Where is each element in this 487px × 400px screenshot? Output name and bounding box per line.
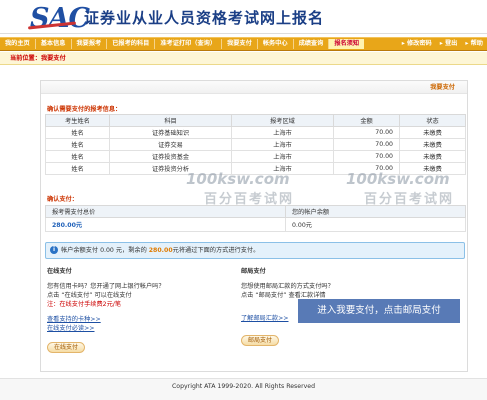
online-must-read-link[interactable]: 在线支付必读>> — [47, 324, 237, 333]
nav-item-score-query[interactable]: 成绩查询 — [294, 39, 330, 49]
table-row: 姓名 证券投资分析 上海市 70.00 未缴费 — [45, 162, 466, 175]
breadcrumb-current: 我要支付 — [40, 55, 66, 62]
candidate-name: 姓名 — [45, 150, 110, 163]
exam-table-header: 考生姓名 科目 报考区域 金额 状态 — [45, 114, 466, 127]
nav-item-basic-info[interactable]: 基本信息 — [36, 39, 72, 49]
confirm-exam-title: 确认需要支付的报考信息： — [47, 106, 122, 113]
column-header: 考生姓名 — [45, 114, 110, 127]
nav-item-change-password[interactable]: ▸ 修改密码 — [398, 39, 436, 49]
main-nav: 我的主页 基本信息 我要报考 已报考的科目 准考证打印（查询） 我要支付 帐务中… — [0, 37, 487, 51]
postal-payment-title: 邮局支付 — [241, 268, 266, 275]
notice-suffix: 元将通过下面的方式进行支付。 — [172, 247, 260, 254]
breadcrumb-label: 当前位置： — [10, 55, 41, 62]
subject: 证券交易 — [109, 138, 232, 151]
payment-panel: 我要支付 确认需要支付的报考信息： 考生姓名 科目 报考区域 金额 状态 姓名 … — [40, 80, 468, 372]
amount: 70.00 — [333, 126, 400, 139]
total-due: 280.00元 — [45, 217, 286, 232]
region: 上海市 — [231, 126, 334, 139]
online-line-2: 点击 “在线支付” 可以在线支付 — [47, 292, 132, 299]
amount: 70.00 — [333, 150, 400, 163]
status: 未缴费 — [399, 162, 466, 175]
nav-right-group: ▸ 修改密码 ▸ 登出 ▸ 帮助 — [398, 39, 487, 49]
copyright-text: Copyright ATA 1999-2020. All Rights Rese… — [171, 383, 316, 390]
notice-remaining: 280.00 — [148, 247, 173, 254]
pay-summary-table: 报考需支付总价 您的帐户余额 280.00元 0.00元 — [45, 205, 466, 232]
nav-item-account-center[interactable]: 帐务中心 — [258, 39, 294, 49]
exam-table: 考生姓名 科目 报考区域 金额 状态 姓名 证券基础知识 上海市 70.00 未… — [45, 114, 466, 175]
region: 上海市 — [231, 150, 334, 163]
postal-pay-button[interactable]: 邮局支付 — [241, 335, 280, 346]
footer: Copyright ATA 1999-2020. All Rights Rese… — [0, 378, 487, 400]
online-fee-note: 注：在线支付手续费2元/笔 — [47, 301, 122, 308]
help-label: 帮助 — [470, 40, 483, 47]
nav-item-help[interactable]: ▸ 帮助 — [461, 39, 487, 49]
nav-item-logout[interactable]: ▸ 登出 — [436, 39, 462, 49]
column-header: 您的帐户余额 — [285, 205, 466, 218]
table-row: 姓名 证券基础知识 上海市 70.00 未缴费 — [45, 126, 466, 139]
pay-table-header: 报考需支付总价 您的帐户余额 — [45, 205, 466, 218]
sac-logo[interactable]: SAC — [30, 3, 90, 34]
status: 未缴费 — [399, 126, 466, 139]
account-balance: 0.00元 — [285, 217, 466, 232]
amount: 70.00 — [333, 138, 400, 151]
info-icon: i — [50, 246, 58, 254]
nav-item-admission-ticket[interactable]: 准考证打印（查询） — [155, 39, 223, 49]
subject: 证券投资基金 — [109, 150, 232, 163]
candidate-name: 姓名 — [45, 138, 110, 151]
confirm-pay-title: 确认支付： — [47, 196, 78, 203]
status: 未缴费 — [399, 150, 466, 163]
nav-item-pay[interactable]: 我要支付 — [222, 39, 258, 49]
nav-item-registered-subjects[interactable]: 已报考的科目 — [107, 39, 156, 49]
column-header: 状态 — [399, 114, 466, 127]
online-payment-section: 在线支付 您有信用卡吗？您开通了网上银行帐户吗？ 点击 “在线支付” 可以在线支… — [47, 267, 237, 353]
online-pay-button[interactable]: 在线支付 — [47, 342, 86, 353]
candidate-name: 姓名 — [45, 126, 110, 139]
change-password-label: 修改密码 — [406, 40, 432, 47]
nav-item-register[interactable]: 我要报考 — [72, 39, 108, 49]
column-header: 金额 — [333, 114, 400, 127]
amount: 70.00 — [333, 162, 400, 175]
subject: 证券基础知识 — [109, 126, 232, 139]
site-title: 证券业从业人员资格考试网上报名 — [84, 9, 325, 27]
column-header: 报考需支付总价 — [45, 205, 286, 218]
panel-header: 我要支付 — [41, 81, 467, 94]
table-row: 280.00元 0.00元 — [45, 217, 466, 232]
supported-cards-link[interactable]: 查看支持的卡种>> — [47, 315, 237, 324]
nav-item-registration-notice[interactable]: 报名须知 — [329, 39, 365, 49]
table-row: 姓名 证券交易 上海市 70.00 未缴费 — [45, 138, 466, 151]
postal-line-1: 您想使用邮局汇款的方式支付吗？ — [241, 283, 334, 290]
notice-prefix: 帐户余额支付 — [61, 247, 99, 254]
breadcrumb: 当前位置：我要支付 — [0, 52, 487, 65]
column-header: 报考区域 — [231, 114, 334, 127]
balance-notice: i 帐户余额支付 0.00 元，剩余的 280.00元将通过下面的方式进行支付。 — [45, 242, 465, 259]
notice-balance: 0.00 — [100, 247, 114, 254]
online-line-1: 您有信用卡吗？您开通了网上银行帐户吗？ — [47, 283, 165, 290]
nav-item-home[interactable]: 我的主页 — [0, 39, 36, 49]
table-row: 姓名 证券投资基金 上海市 70.00 未缴费 — [45, 150, 466, 163]
logout-label: 登出 — [444, 40, 458, 47]
online-payment-title: 在线支付 — [47, 268, 72, 275]
region: 上海市 — [231, 162, 334, 175]
instruction-callout: 进入我要支付，点击邮局支付 — [298, 299, 460, 323]
column-header: 科目 — [109, 114, 232, 127]
site-header: SAC 证券业从业人员资格考试网上报名 — [0, 0, 487, 34]
status: 未缴费 — [399, 138, 466, 151]
candidate-name: 姓名 — [45, 162, 110, 175]
subject: 证券投资分析 — [109, 162, 232, 175]
region: 上海市 — [231, 138, 334, 151]
notice-mid: 元，剩余的 — [115, 247, 147, 254]
